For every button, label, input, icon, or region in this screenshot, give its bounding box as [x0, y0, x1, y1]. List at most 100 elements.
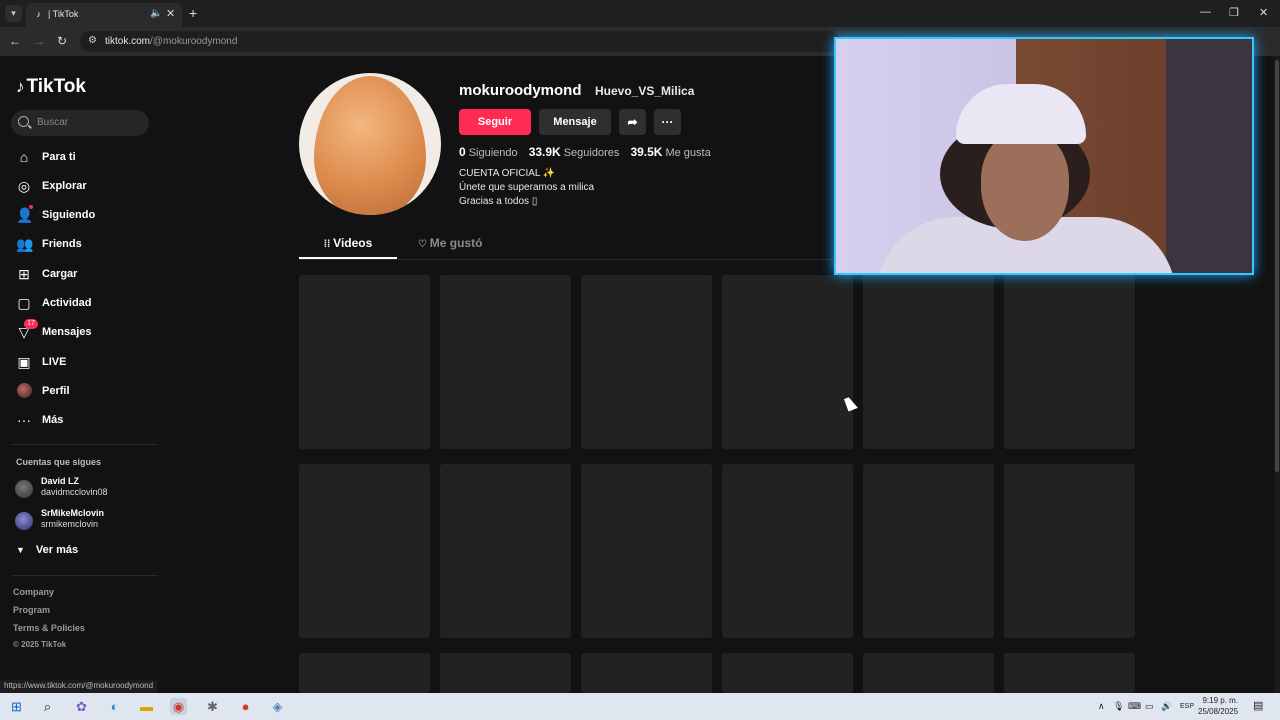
app-icon[interactable]: ◈	[269, 698, 286, 715]
notifications-icon[interactable]: ▤	[1253, 699, 1263, 712]
keyboard-icon[interactable]: ⌨	[1128, 701, 1141, 712]
reload-icon[interactable]: ↻	[57, 34, 67, 48]
following-count[interactable]: 0	[459, 145, 466, 159]
url-input[interactable]: ⚙ tiktok.com/@mokuroodymond	[80, 31, 840, 52]
close-tab-icon[interactable]: ✕	[166, 7, 175, 20]
chrome-icon[interactable]: ◉	[170, 698, 187, 715]
nav-mensajes[interactable]: ▽ 17 Mensajes	[16, 319, 156, 344]
close-window-icon[interactable]: ✕	[1259, 6, 1268, 19]
video-tile[interactable]	[440, 653, 571, 693]
copyright: © 2025 TikTok	[13, 640, 67, 649]
app-icon[interactable]: ●	[237, 698, 254, 715]
video-tile[interactable]	[863, 464, 994, 638]
tiktok-logo[interactable]: ♪ TikTok	[16, 76, 86, 98]
nav-siguiendo[interactable]: 👤 Siguiendo	[16, 205, 156, 227]
video-tile[interactable]	[863, 275, 994, 449]
tab-videos[interactable]: ⁞⁞ Videos	[299, 236, 397, 259]
video-tile[interactable]	[722, 464, 853, 638]
video-tile[interactable]	[440, 464, 571, 638]
network-icon[interactable]: ▭	[1145, 701, 1154, 712]
nav-cargar[interactable]: ⊞ Cargar	[16, 264, 156, 286]
nav-live[interactable]: ▣ LIVE	[16, 352, 156, 374]
video-tile[interactable]	[299, 275, 430, 449]
video-tile[interactable]	[1004, 275, 1135, 449]
footer-link-company[interactable]: Company	[13, 587, 54, 597]
tab-title: | TikTok	[48, 9, 79, 19]
grid-icon: ⁞⁞	[323, 239, 334, 250]
following-account[interactable]: SrMikeMclovin srmikemclovin	[15, 507, 155, 533]
video-tile[interactable]	[1004, 653, 1135, 693]
video-tile[interactable]	[440, 275, 571, 449]
site-info-icon[interactable]: ⚙	[88, 35, 97, 46]
avatar	[15, 512, 33, 530]
forward-icon[interactable]: →	[33, 34, 45, 48]
profile-nickname: Huevo_VS_Milica	[595, 84, 695, 98]
video-tile[interactable]	[863, 653, 994, 693]
taskbar-search-icon[interactable]: ⌕	[39, 698, 56, 715]
new-tab-button[interactable]: +	[189, 5, 197, 21]
clock[interactable]: 9:19 p. m. 25/08/2025	[1198, 695, 1238, 717]
home-icon: ⌂	[19, 149, 29, 165]
nav-perfil[interactable]: Perfil	[16, 381, 156, 403]
nav-explorar[interactable]: ◎ Explorar	[16, 176, 156, 198]
copilot-icon[interactable]: ✿	[73, 698, 90, 715]
edge-icon[interactable]: ◐	[106, 698, 123, 715]
search-input[interactable]: Buscar	[11, 110, 149, 136]
scrollbar-thumb[interactable]	[1275, 60, 1279, 472]
footer-link-program[interactable]: Program	[13, 605, 50, 615]
bio-line: CUENTA OFICIAL ✨	[459, 168, 556, 179]
volume-icon[interactable]: 🔊	[1161, 701, 1172, 712]
search-placeholder: Buscar	[37, 117, 69, 128]
see-more-button[interactable]: ▼ Ver más	[16, 544, 78, 556]
video-tile[interactable]	[299, 653, 430, 693]
follow-button[interactable]: Seguir	[459, 109, 531, 135]
video-tile[interactable]	[581, 464, 712, 638]
nav-mas[interactable]: ··· Más	[16, 410, 156, 432]
speaker-icon[interactable]: 🔈	[150, 8, 162, 19]
nav-friends[interactable]: 👥 Friends	[16, 234, 156, 256]
messages-badge: 17	[24, 319, 38, 329]
tab-liked[interactable]: ♡ Me gustó	[418, 236, 482, 250]
browser-tab-bar: ▾ ♪ | TikTok 🔈 ✕ + — ❐ ✕	[0, 0, 1280, 27]
video-tile[interactable]	[299, 464, 430, 638]
egg-image	[314, 76, 426, 215]
video-tile[interactable]	[581, 653, 712, 693]
share-icon[interactable]: ➦	[619, 109, 646, 135]
profile-avatar-large[interactable]	[299, 73, 441, 215]
nav-para-ti[interactable]: ⌂ Para ti	[16, 147, 156, 169]
footer-link-terms[interactable]: Terms & Policies	[13, 623, 85, 633]
likes-count: 39.5K	[630, 145, 663, 159]
activity-icon: ▢	[17, 295, 31, 311]
file-explorer-icon[interactable]: ▬	[138, 698, 155, 715]
video-tile[interactable]	[581, 275, 712, 449]
message-button[interactable]: Mensaje	[539, 109, 611, 135]
profile-username: mokuroodymond	[459, 82, 582, 99]
video-tile[interactable]	[722, 275, 853, 449]
chevron-down-icon: ▼	[16, 545, 25, 555]
browser-tab[interactable]: ♪ | TikTok 🔈 ✕	[26, 3, 182, 27]
microphone-icon[interactable]: 🎙	[1113, 701, 1124, 712]
tab-search-button[interactable]: ▾	[5, 5, 22, 22]
show-hidden-icons[interactable]: ∧	[1098, 701, 1105, 712]
followers-count[interactable]: 33.9K	[529, 145, 561, 159]
video-tile[interactable]	[1004, 464, 1135, 638]
more-options-icon[interactable]: ···	[654, 109, 681, 135]
live-icon: ▣	[17, 354, 31, 370]
app-icon[interactable]: ✱	[204, 698, 221, 715]
webcam-shadow	[1166, 39, 1252, 273]
minimize-icon[interactable]: —	[1200, 6, 1211, 18]
video-tile[interactable]	[722, 653, 853, 693]
language-indicator[interactable]: ESP	[1180, 703, 1194, 710]
following-icon: 👤	[16, 207, 34, 223]
divider	[12, 575, 158, 576]
sidebar: ♪ TikTok Buscar ⌂ Para ti ◎ Explorar 👤 Sigui…	[0, 56, 165, 693]
avatar	[15, 480, 33, 498]
nav-actividad[interactable]: ▢ Actividad	[16, 293, 156, 315]
following-account[interactable]: David LZ davidmcclovin08	[15, 475, 155, 501]
more-icon: ···	[17, 412, 31, 428]
restore-icon[interactable]: ❐	[1229, 6, 1239, 19]
webcam-overlay	[834, 37, 1254, 275]
windows-start-icon[interactable]: ⊞	[8, 698, 25, 715]
back-icon[interactable]: ←	[9, 34, 21, 48]
webcam-person-face	[981, 131, 1069, 241]
